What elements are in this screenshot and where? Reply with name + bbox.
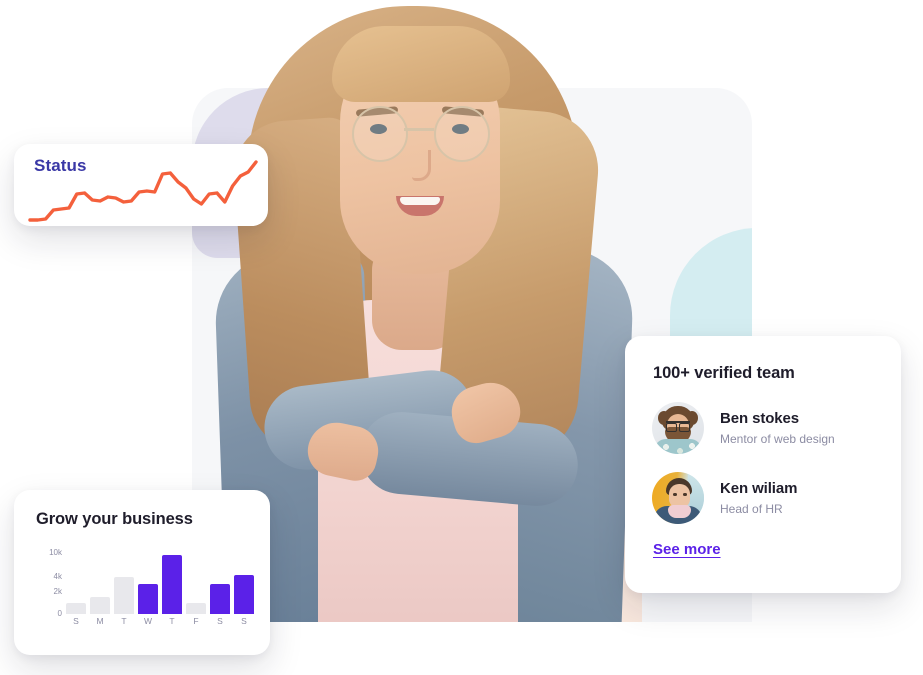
team-card-title: 100+ verified team [653,364,795,382]
bar-chart-column [66,548,86,614]
bar-chart-bar [90,596,110,614]
team-member-row[interactable]: Ben stokes Mentor of web design [652,402,882,454]
see-more-link[interactable]: See more [653,541,721,558]
bar-chart-column [186,548,206,614]
status-card-title: Status [34,156,87,175]
bar-chart-x-axis: SMTWTFSS [66,616,254,626]
bar-chart-column [162,548,182,614]
team-member-text: Ben stokes Mentor of web design [720,410,835,446]
bar-chart-column [114,548,134,614]
portrait-eyeglass-bridge [404,128,434,131]
portrait-eyeglass-left [352,106,408,162]
bar-chart-bars [66,548,254,614]
bar-chart-x-tick: F [193,616,199,626]
bar-chart-bar [138,584,158,614]
bar-chart-y-tick: 2k [53,587,62,597]
bar-chart-column [234,548,254,614]
verified-team-card: 100+ verified team Ben stokes Mentor of … [625,336,901,593]
bar-chart: 0 2k 4k 10k S M T W T F S S [36,548,254,634]
avatar-eye-left [673,493,677,496]
status-card: Status [14,144,268,226]
bar-chart-x-tick: W [143,616,153,626]
team-member-name: Ken wiliam [720,480,798,497]
bar-chart-y-tick: 0 [57,609,62,618]
bar-chart-x-tick: S [217,616,223,626]
bar-chart-x-tick: S [73,616,79,626]
bar-chart-y-axis: 0 2k 4k 10k [36,547,62,617]
portrait-teeth [400,197,440,205]
bar-chart-x-tick: T [169,616,175,626]
avatar-ken-wiliam [652,472,704,524]
avatar-ben-stokes [652,402,704,454]
bar-chart-bar [210,584,230,614]
team-member-role: Mentor of web design [720,432,835,446]
bar-chart-bar [66,603,86,614]
team-member-text: Ken wiliam Head of HR [720,480,797,516]
bar-chart-y-tick: 4k [53,571,62,581]
avatar-shirt-pattern [658,442,698,454]
bar-chart-y-tick: 10k [49,547,62,557]
avatar-glasses-icon [666,421,690,432]
bar-chart-bar [186,603,206,614]
portrait-fringe [332,26,510,102]
bar-chart-column [90,548,110,614]
grow-card-title: Grow your business [36,510,193,528]
team-member-name: Ben stokes [720,410,800,427]
bar-chart-bar [162,554,182,614]
team-member-role: Head of HR [720,502,783,516]
bar-chart-bar [234,574,254,614]
portrait-nose [412,150,431,181]
team-member-row[interactable]: Ken wiliam Head of HR [652,472,882,524]
bar-chart-x-tick: T [121,616,127,626]
bar-chart-column [138,548,158,614]
promo-hero-composition: Status Grow your business 0 2k 4k 10k S M T W T… [0,0,923,675]
grow-your-business-card: Grow your business 0 2k 4k 10k S M T W T F S S [14,490,270,655]
avatar-eye-right [683,493,687,496]
bar-chart-x-tick: M [96,616,104,626]
portrait-eyeglass-right [434,106,490,162]
bar-chart-x-tick: S [241,616,247,626]
bar-chart-column [210,548,230,614]
bar-chart-bar [114,576,134,614]
avatar-collar [668,505,691,518]
